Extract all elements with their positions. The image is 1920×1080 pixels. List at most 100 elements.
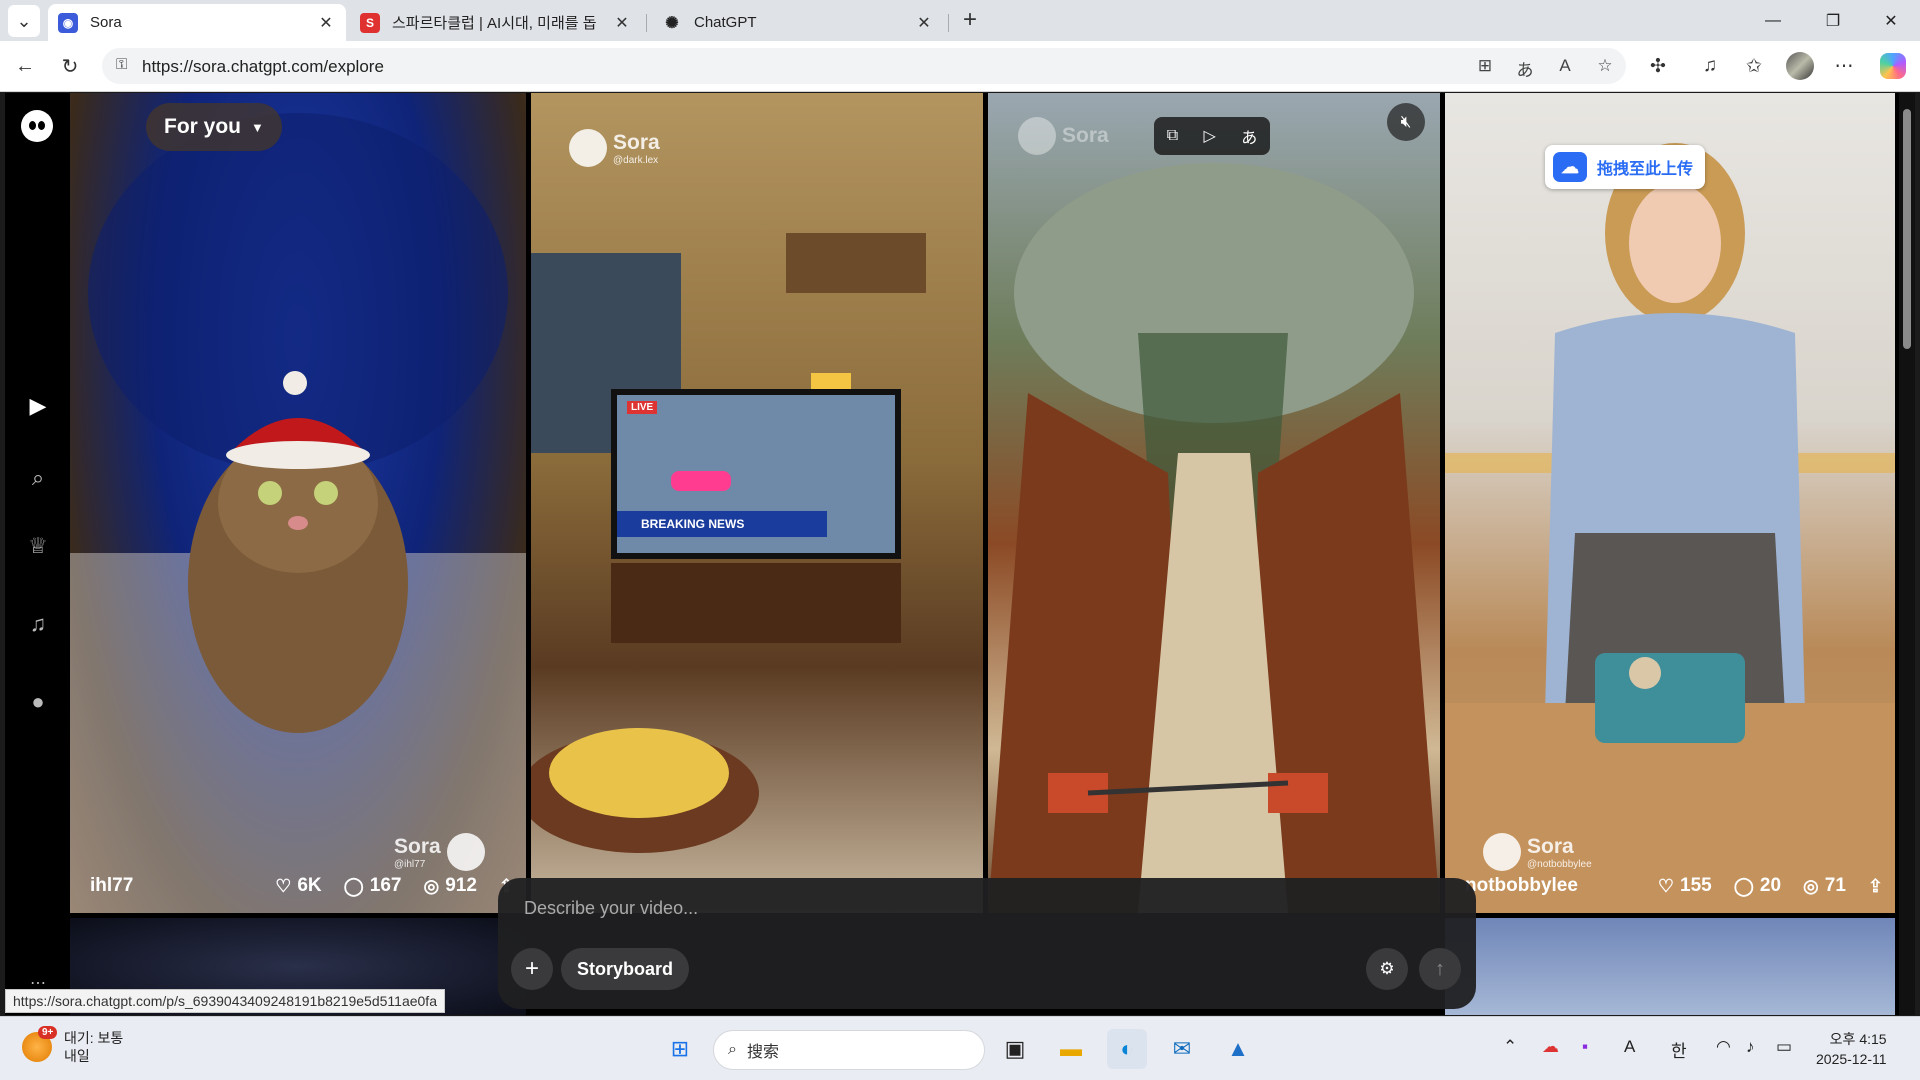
home-icon[interactable]: ▶ xyxy=(25,393,51,419)
tile-username[interactable]: notbobbylee xyxy=(1465,875,1636,897)
bell-icon[interactable]: ♫ xyxy=(25,611,51,637)
trophy-icon[interactable]: ♕ xyxy=(25,533,51,559)
tab-sora[interactable]: ◉ Sora ✕ xyxy=(48,4,346,41)
task-view-icon[interactable]: ▣ xyxy=(995,1029,1035,1069)
tab-title: ChatGPT xyxy=(694,14,757,31)
translate-icon[interactable]: あ xyxy=(1514,56,1536,80)
sora-logo-icon[interactable] xyxy=(21,110,53,142)
play-screen-icon[interactable]: ▷ xyxy=(1204,126,1216,146)
remix-icon: ◎ xyxy=(1803,875,1819,896)
tab-spartaclub[interactable]: S 스파르타클럽 | AI시대, 미래를 돕 ✕ xyxy=(350,4,642,41)
remix-count: 71 xyxy=(1824,875,1846,896)
feed-filter-dropdown[interactable]: For you ▼ xyxy=(146,103,282,151)
edge-browser-icon[interactable]: ◐ xyxy=(1107,1029,1147,1069)
mute-button[interactable]: 🔇︎ xyxy=(1387,103,1425,141)
copilot-icon[interactable] xyxy=(1880,53,1906,79)
volume-icon[interactable]: ♪ xyxy=(1746,1037,1755,1057)
onenote-icon[interactable]: ▪ xyxy=(1582,1037,1588,1057)
comment-button[interactable]: ◯ 20 xyxy=(1734,875,1781,897)
tv-breaking-news-label: BREAKING NEWS xyxy=(641,517,745,531)
media-extension-icon[interactable]: ♫ xyxy=(1698,55,1722,79)
like-button[interactable]: ♡ 6K xyxy=(275,875,321,897)
remix-icon: ◎ xyxy=(423,875,440,896)
tv-live-label: LIVE xyxy=(627,401,658,414)
add-attachment-button[interactable]: + xyxy=(511,948,553,990)
address-bar[interactable]: ⚿ https://sora.chatgpt.com/explore ⊞ あ A… xyxy=(102,48,1626,84)
tab-strip: ⌄ ◉ Sora ✕ S 스파르타클럽 | AI시대, 미래를 돕 ✕ ✺ Ch… xyxy=(0,0,1920,41)
search-icon[interactable]: ⌕ xyxy=(25,465,51,491)
restore-button[interactable]: ❐ xyxy=(1804,0,1862,41)
tab-separator xyxy=(646,14,647,32)
browser-toolbar: ← ↻ ⚿ https://sora.chatgpt.com/explore ⊞… xyxy=(0,41,1920,92)
remix-button[interactable]: ◎ 912 xyxy=(423,875,476,897)
share-icon[interactable]: ⇪ xyxy=(1868,876,1883,897)
video-tile[interactable]: Sora @notbobbylee notbobbylee ♡ 155 ◯ 20 ◎ 7… xyxy=(1445,93,1895,913)
close-window-button[interactable]: ✕ xyxy=(1862,0,1920,41)
remix-button[interactable]: ◎ 71 xyxy=(1803,875,1846,897)
refresh-button[interactable]: ↻ xyxy=(55,51,85,81)
notification-badge: 9+ xyxy=(38,1026,58,1039)
battery-icon[interactable]: ▭ xyxy=(1776,1037,1792,1057)
ime-language[interactable]: 한 xyxy=(1671,1037,1687,1062)
onedrive-error-icon[interactable]: ☁ xyxy=(1542,1037,1559,1057)
settings-button[interactable]: ⚙ xyxy=(1366,948,1408,990)
translate-video-icon[interactable]: あ xyxy=(1241,124,1257,148)
close-tab-icon[interactable]: ✕ xyxy=(612,13,632,33)
tile-meta: notbobbylee ♡ 155 ◯ 20 ◎ 71 ⇪ xyxy=(1445,871,1895,901)
watermark-brand: Sora xyxy=(1527,834,1574,858)
photos-app-icon[interactable]: ▲ xyxy=(1218,1029,1258,1069)
chatgpt-favicon-icon: ✺ xyxy=(662,12,682,33)
new-tab-button[interactable]: + xyxy=(956,7,984,35)
tray-overflow-icon[interactable]: ⌃ xyxy=(1503,1037,1517,1057)
read-aloud-icon[interactable]: A xyxy=(1554,56,1576,78)
comment-button[interactable]: ◯ 167 xyxy=(344,875,402,897)
minimize-button[interactable]: — xyxy=(1744,0,1802,41)
site-info-icon[interactable]: ⚿ xyxy=(116,56,127,73)
clock-time: 오후 4:15 xyxy=(1829,1031,1887,1047)
muted-speaker-icon: 🔇︎ xyxy=(1400,112,1412,131)
video-tile[interactable]: LIVE BREAKING NEWS Sora @dark.lex xyxy=(531,93,983,913)
watermark-brand: Sora xyxy=(1062,124,1109,147)
drag-upload-badge[interactable]: ☁ 拖拽至此上传 xyxy=(1545,145,1706,189)
start-button[interactable]: ⊞ xyxy=(660,1029,700,1069)
video-thumbnail xyxy=(1445,143,1895,913)
close-tab-icon[interactable]: ✕ xyxy=(316,13,336,33)
wifi-icon[interactable]: ◠ xyxy=(1716,1037,1731,1057)
tile-username[interactable]: ihl77 xyxy=(90,875,253,897)
video-tile[interactable]: For you ▼ Sora @ihl77 ihl77 ♡ 6K ◯ 167 ◎ 912… xyxy=(70,93,526,913)
favorites-icon[interactable]: ✩ xyxy=(1742,55,1766,79)
chevron-down-icon: ▼ xyxy=(251,119,264,135)
sora-watermark: Sora xyxy=(1018,117,1109,155)
pip-icon[interactable]: ⧉ xyxy=(1167,127,1178,145)
storyboard-button[interactable]: Storyboard xyxy=(561,948,690,990)
weather-widget[interactable]: 9+ 대기: 보통 내일 xyxy=(22,1026,124,1065)
profile-avatar[interactable] xyxy=(1786,52,1814,80)
watermark-handle: @notbobbylee xyxy=(1527,858,1592,870)
sora-watermark: Sora @dark.lex xyxy=(569,129,660,167)
page-scrollbar[interactable] xyxy=(1899,93,1915,1015)
like-button[interactable]: ♡ 155 xyxy=(1658,875,1712,897)
outlook-icon[interactable]: ✉ xyxy=(1162,1029,1202,1069)
tab-chatgpt[interactable]: ✺ ChatGPT ✕ xyxy=(652,4,944,41)
send-button[interactable]: ↑ xyxy=(1419,948,1461,990)
windows-logo-icon: ⊞ xyxy=(670,1036,690,1061)
sora-watermark: Sora @notbobbylee xyxy=(1483,833,1592,871)
weather-title: 대기: 보통 xyxy=(64,1030,124,1046)
scrollbar-thumb[interactable] xyxy=(1903,109,1911,349)
system-clock[interactable]: 오후 4:15 2025-12-11 xyxy=(1816,1029,1887,1069)
extensions-icon[interactable]: ✣ xyxy=(1646,55,1670,79)
taskbar-search[interactable]: ⌕ 搜索 xyxy=(713,1030,985,1070)
file-explorer-icon[interactable]: ▬ xyxy=(1051,1029,1091,1069)
ime-mode[interactable]: A xyxy=(1624,1037,1635,1057)
prompt-input[interactable]: Describe your video... xyxy=(524,898,698,919)
close-tab-icon[interactable]: ✕ xyxy=(914,13,934,33)
tab-actions-menu[interactable]: ⌄ xyxy=(8,5,40,37)
app-available-icon[interactable]: ⊞ xyxy=(1474,56,1496,78)
url-text[interactable]: https://sora.chatgpt.com/explore xyxy=(142,57,384,77)
back-button[interactable]: ← xyxy=(10,51,40,81)
video-tile[interactable] xyxy=(1445,918,1895,1015)
video-tile[interactable]: Sora xyxy=(988,93,1440,913)
favorite-star-icon[interactable]: ☆ xyxy=(1594,56,1616,78)
more-menu-icon[interactable]: ⋯ xyxy=(1832,55,1856,79)
profile-icon[interactable]: ● xyxy=(25,689,51,715)
